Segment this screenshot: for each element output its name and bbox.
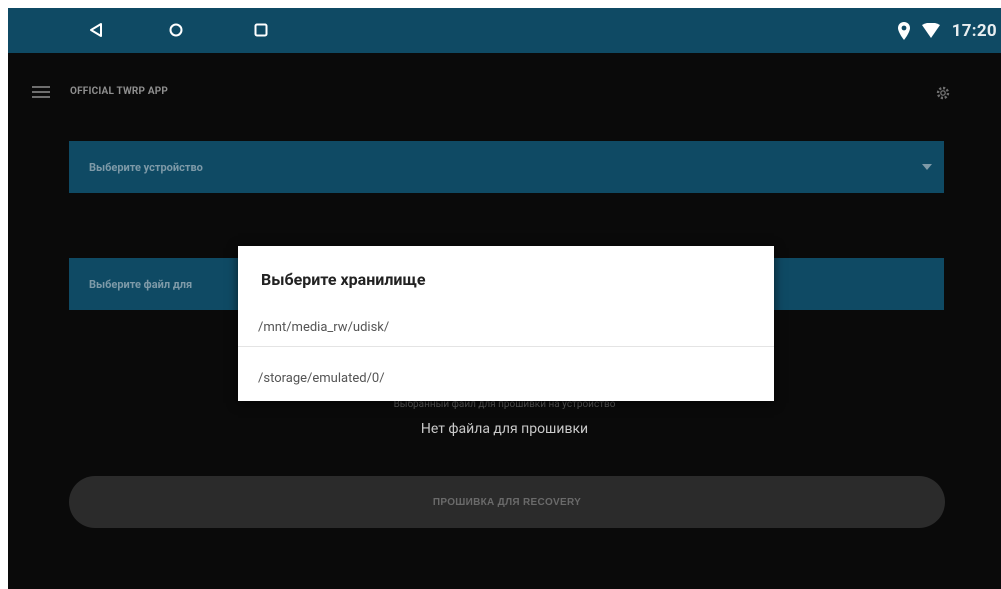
recents-button[interactable]: [248, 17, 274, 43]
app-bar: OFFICIAL TWRP APP: [8, 53, 1001, 113]
wifi-icon: [921, 22, 940, 38]
no-file-text: Нет файла для прошивки: [420, 421, 589, 437]
flash-recovery-button[interactable]: ПРОШИВКА ДЛЯ RECOVERY: [69, 476, 945, 528]
recents-icon: [254, 23, 268, 37]
location-icon: [897, 21, 910, 40]
storage-dialog: Выберите хранилище /mnt/media_rw/udisk/ …: [238, 246, 774, 401]
device-select[interactable]: Выберите устройство: [69, 141, 944, 193]
dropdown-arrow-icon: [922, 164, 932, 170]
divider: [238, 346, 774, 347]
menu-icon[interactable]: [32, 85, 50, 99]
back-icon: [90, 23, 102, 37]
status-indicators: 17:20: [896, 8, 1001, 53]
dialog-title: Выберите хранилище: [261, 270, 426, 289]
gear-icon[interactable]: [935, 85, 951, 101]
home-icon: [169, 23, 183, 37]
clock: 17:20: [951, 20, 997, 41]
screen: 17:20 OFFICIAL TWRP APP Выберите устройс…: [8, 8, 1001, 589]
app-title: OFFICIAL TWRP APP: [70, 86, 169, 97]
back-button[interactable]: [83, 17, 109, 43]
storage-option-udisk[interactable]: /mnt/media_rw/udisk/: [238, 303, 774, 351]
home-button[interactable]: [163, 17, 189, 43]
status-bar: 17:20: [8, 8, 1001, 53]
storage-option-label: /mnt/media_rw/udisk/: [258, 319, 390, 335]
file-select-label: Выберите файл для: [89, 278, 193, 291]
storage-option-emulated[interactable]: /storage/emulated/0/: [238, 354, 774, 402]
storage-option-label: /storage/emulated/0/: [258, 370, 385, 386]
device-select-label: Выберите устройство: [89, 161, 203, 174]
